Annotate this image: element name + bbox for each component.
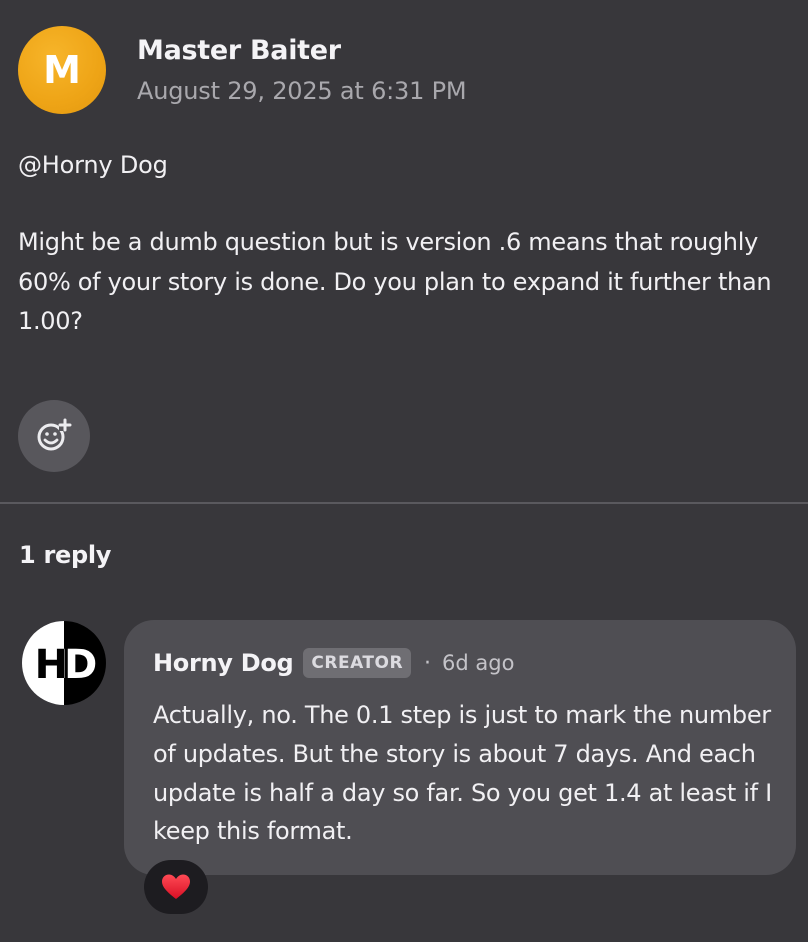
reply-time: 6d ago xyxy=(442,651,515,675)
divider xyxy=(0,502,808,504)
add-reaction-button[interactable] xyxy=(18,400,90,472)
creator-badge: CREATOR xyxy=(303,648,412,678)
reply-count[interactable]: 1 reply xyxy=(19,536,111,574)
reply-header: Horny Dog CREATOR · 6d ago xyxy=(153,648,514,678)
heart-icon xyxy=(162,874,190,899)
avatar-initial: M xyxy=(43,48,81,92)
hd-logo: HD HD xyxy=(22,621,106,705)
add-emoji-icon xyxy=(37,418,72,451)
author-name[interactable]: Master Baiter xyxy=(137,31,466,71)
separator-dot: · xyxy=(424,650,432,676)
post-date: August 29, 2025 at 6:31 PM xyxy=(137,77,467,105)
avatar[interactable]: M xyxy=(18,26,106,114)
heart-reaction[interactable] xyxy=(144,860,208,914)
post-body: Might be a dumb question but is version … xyxy=(18,228,772,335)
reply-bubble: Horny Dog CREATOR · 6d ago Actually, no.… xyxy=(124,620,796,875)
reply-body: Actually, no. The 0.1 step is just to ma… xyxy=(153,701,772,846)
author-block: Master Baiter August 29, 2025 at 6:31 PM xyxy=(137,31,467,109)
reply-avatar[interactable]: HD HD xyxy=(22,621,106,705)
comment-thread: M Master Baiter August 29, 2025 at 6:31 … xyxy=(0,0,808,942)
mention-text[interactable]: @Horny Dog xyxy=(18,146,168,184)
post-header: M Master Baiter August 29, 2025 at 6:31 … xyxy=(18,26,467,114)
reply-author[interactable]: Horny Dog xyxy=(153,649,294,677)
